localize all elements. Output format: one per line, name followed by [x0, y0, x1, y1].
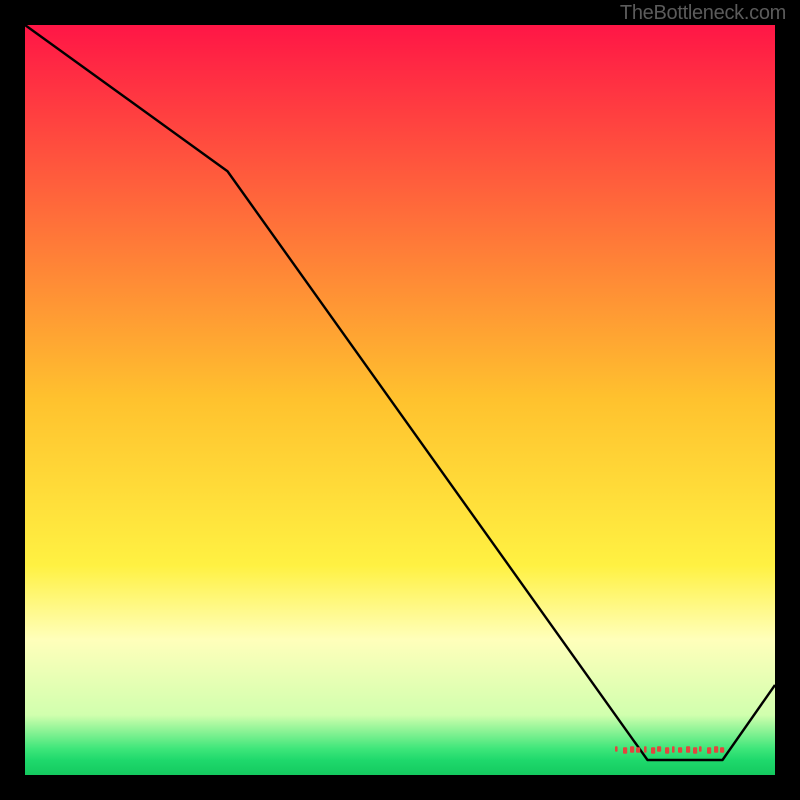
- attribution-label: TheBottleneck.com: [620, 2, 786, 25]
- chart-svg: [25, 25, 775, 775]
- chart-background: [25, 25, 775, 775]
- chart-container: [25, 25, 775, 775]
